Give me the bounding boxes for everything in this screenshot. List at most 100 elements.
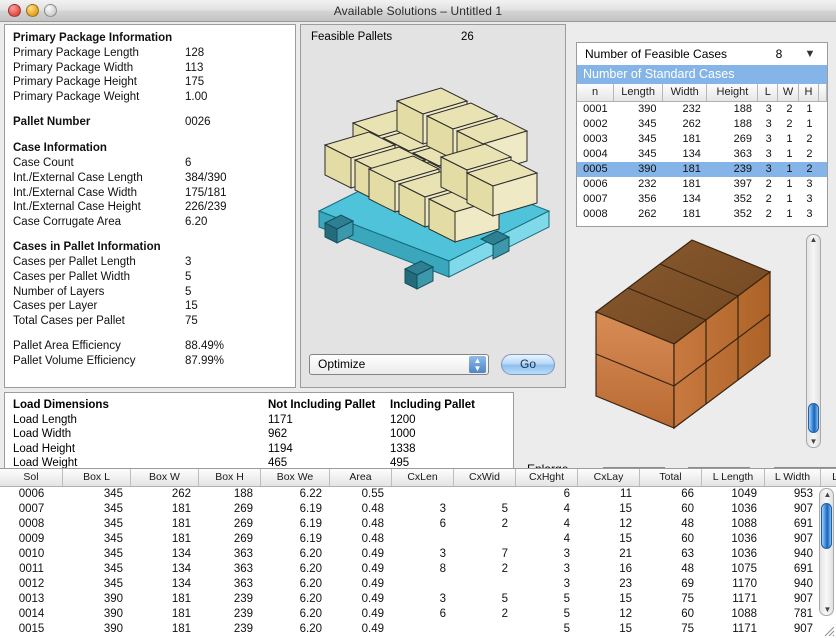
standard-cases-cell: 397 bbox=[707, 177, 758, 192]
solutions-table-row[interactable]: 00143901812396.200.496251260108878111944… bbox=[0, 607, 836, 622]
solutions-column-header[interactable]: Box H bbox=[199, 469, 261, 486]
solutions-table-cell: 345 bbox=[63, 487, 131, 502]
solutions-table-cell: 345 bbox=[63, 547, 131, 562]
efficiency-value: 88.49% bbox=[185, 339, 224, 354]
solutions-table-cell bbox=[454, 532, 516, 547]
feasible-cases-panel: Number of Feasible Cases 8 ▼ Number of S… bbox=[576, 42, 828, 227]
solutions-column-header[interactable]: L Length bbox=[702, 469, 765, 486]
solutions-table-cell: 1171 bbox=[702, 622, 765, 637]
solutions-table-cell: 390 bbox=[63, 607, 131, 622]
standard-cases-table[interactable]: nLengthWidthHeightLWH 000139023218832100… bbox=[577, 84, 827, 222]
solutions-table-cell: 3 bbox=[392, 502, 454, 517]
standard-cases-cell-spacer bbox=[819, 132, 827, 147]
load-dimension-row: Load Width9621000 bbox=[13, 427, 505, 442]
pallet-number-label: Pallet Number bbox=[13, 115, 185, 130]
solutions-table-cell: 781 bbox=[765, 607, 821, 622]
solutions-table-cell: 188 bbox=[199, 487, 261, 502]
optimize-select[interactable]: Optimize ▲▼ bbox=[309, 354, 489, 375]
scrollbar-thumb[interactable] bbox=[808, 403, 819, 433]
solutions-column-header[interactable]: CxHght bbox=[516, 469, 578, 486]
solutions-column-header[interactable]: CxLen bbox=[392, 469, 454, 486]
solutions-table-row[interactable]: 00103451343636.200.493732163103694010884… bbox=[0, 547, 836, 562]
solutions-table-cell: 12 bbox=[578, 517, 640, 532]
solutions-column-header[interactable]: L Width bbox=[765, 469, 821, 486]
standard-cases-row[interactable]: 0004345134363312 bbox=[577, 147, 827, 162]
solutions-table-cell: 0012 bbox=[0, 577, 63, 592]
solutions-table-row[interactable]: 00123451343636.200.493236911709401088458… bbox=[0, 577, 836, 592]
solutions-table-row[interactable]: 00083451812696.190.486241248108869110753… bbox=[0, 517, 836, 532]
standard-cases-row[interactable]: 0008262181352213 bbox=[577, 207, 827, 222]
case-info-label: Case Corrugate Area bbox=[13, 215, 185, 230]
standard-cases-cell: 181 bbox=[663, 162, 707, 177]
pallet-3d-illustration[interactable] bbox=[301, 61, 566, 319]
solutions-table-cell: 1036 bbox=[702, 547, 765, 562]
solutions-column-header[interactable]: CxLay bbox=[578, 469, 640, 486]
solutions-table-row[interactable]: 00133901812396.200.493551575117190711944… bbox=[0, 592, 836, 607]
solutions-column-header[interactable]: Box We bbox=[261, 469, 330, 486]
standard-cases-row[interactable]: 0006232181397213 bbox=[577, 177, 827, 192]
standard-cases-cell: 0007 bbox=[577, 192, 614, 207]
scrollbar-thumb[interactable] bbox=[821, 503, 832, 549]
standard-cases-cell: 1 bbox=[778, 147, 799, 162]
solutions-table-row[interactable]: 00113451343636.200.498231648107569110883… bbox=[0, 562, 836, 577]
standard-cases-row[interactable]: 0007356134352213 bbox=[577, 192, 827, 207]
standard-cases-cell: 352 bbox=[707, 192, 758, 207]
solutions-table-row[interactable]: 00073451812696.190.483541560103690710754… bbox=[0, 502, 836, 517]
load-dimension-row: Load Length11711200 bbox=[13, 413, 505, 428]
scroll-up-icon[interactable]: ▲ bbox=[810, 235, 818, 245]
solutions-table-cell: 16 bbox=[578, 562, 640, 577]
solutions-table-row[interactable]: 00093451812696.190.484156010369071075402… bbox=[0, 532, 836, 547]
standard-cases-column-header[interactable]: Width bbox=[663, 84, 707, 101]
standard-cases-column-header[interactable]: Length bbox=[614, 84, 663, 101]
standard-cases-cell: 0008 bbox=[577, 207, 614, 222]
case-3d-illustration[interactable] bbox=[570, 230, 800, 452]
case-preview-scrollbar[interactable]: ▲ ▼ bbox=[806, 234, 821, 448]
solutions-column-header[interactable]: Area bbox=[330, 469, 392, 486]
standard-cases-column-header[interactable]: n bbox=[577, 84, 614, 101]
standard-cases-cell: 1 bbox=[778, 192, 799, 207]
standard-cases-row[interactable]: 0005390181239312 bbox=[577, 162, 827, 177]
solutions-table-cell: 75 bbox=[640, 592, 702, 607]
primary-package-row: Primary Package Length128 bbox=[13, 46, 287, 61]
solutions-table-row[interactable]: 00063452621886.220.556116610499531126441… bbox=[0, 487, 836, 502]
chevron-down-icon[interactable]: ▼ bbox=[799, 48, 821, 60]
resize-grip-icon[interactable] bbox=[822, 624, 835, 637]
standard-cases-row[interactable]: 0002345262188321 bbox=[577, 117, 827, 132]
solutions-table-cell: 1170 bbox=[702, 577, 765, 592]
standard-cases-column-header[interactable]: H bbox=[798, 84, 818, 101]
standard-cases-cell: 262 bbox=[614, 207, 663, 222]
solutions-table-cell: 6.19 bbox=[261, 502, 330, 517]
standard-cases-cell: 3 bbox=[798, 177, 818, 192]
standard-cases-subheader: Number of Standard Cases bbox=[577, 65, 827, 84]
solutions-table-row[interactable]: 00153901812396.200.495157511719071194495… bbox=[0, 622, 836, 637]
solutions-column-header[interactable]: Sol bbox=[0, 469, 63, 486]
standard-cases-column-header[interactable]: Height bbox=[707, 84, 758, 101]
solutions-column-header[interactable]: L Height bbox=[821, 469, 836, 486]
standard-cases-row[interactable]: 0001390232188321 bbox=[577, 101, 827, 117]
solutions-table-cell: 6.19 bbox=[261, 532, 330, 547]
solutions-column-header[interactable]: Total bbox=[640, 469, 702, 486]
solutions-table-cell: 69 bbox=[640, 577, 702, 592]
standard-cases-column-header[interactable]: W bbox=[778, 84, 799, 101]
solutions-table-cell: 5 bbox=[516, 607, 578, 622]
go-button[interactable]: Go bbox=[501, 354, 555, 375]
scroll-down-icon[interactable]: ▼ bbox=[820, 605, 835, 614]
solutions-table-scrollbar[interactable]: ▲ ▼ bbox=[819, 488, 834, 616]
standard-cases-cell-spacer bbox=[819, 162, 827, 177]
solutions-table-cell: 6.20 bbox=[261, 622, 330, 637]
cases-in-pallet-value: 5 bbox=[185, 270, 191, 285]
solutions-table-body[interactable]: 00063452621886.220.556116610499531126441… bbox=[0, 487, 836, 638]
standard-cases-body[interactable]: 0001390232188321000234526218832100033451… bbox=[577, 101, 827, 222]
standard-cases-cell: 2 bbox=[758, 192, 778, 207]
scroll-down-icon[interactable]: ▼ bbox=[810, 437, 818, 447]
solutions-table-cell: 6 bbox=[392, 517, 454, 532]
standard-cases-column-header[interactable]: L bbox=[758, 84, 778, 101]
primary-package-row: Primary Package Width113 bbox=[13, 61, 287, 76]
solutions-column-header[interactable]: Box L bbox=[63, 469, 131, 486]
solutions-table-cell: 5 bbox=[454, 502, 516, 517]
standard-cases-cell: 390 bbox=[614, 162, 663, 177]
scroll-up-icon[interactable]: ▲ bbox=[820, 490, 835, 499]
solutions-column-header[interactable]: CxWid bbox=[454, 469, 516, 486]
solutions-column-header[interactable]: Box W bbox=[131, 469, 199, 486]
standard-cases-row[interactable]: 0003345181269312 bbox=[577, 132, 827, 147]
